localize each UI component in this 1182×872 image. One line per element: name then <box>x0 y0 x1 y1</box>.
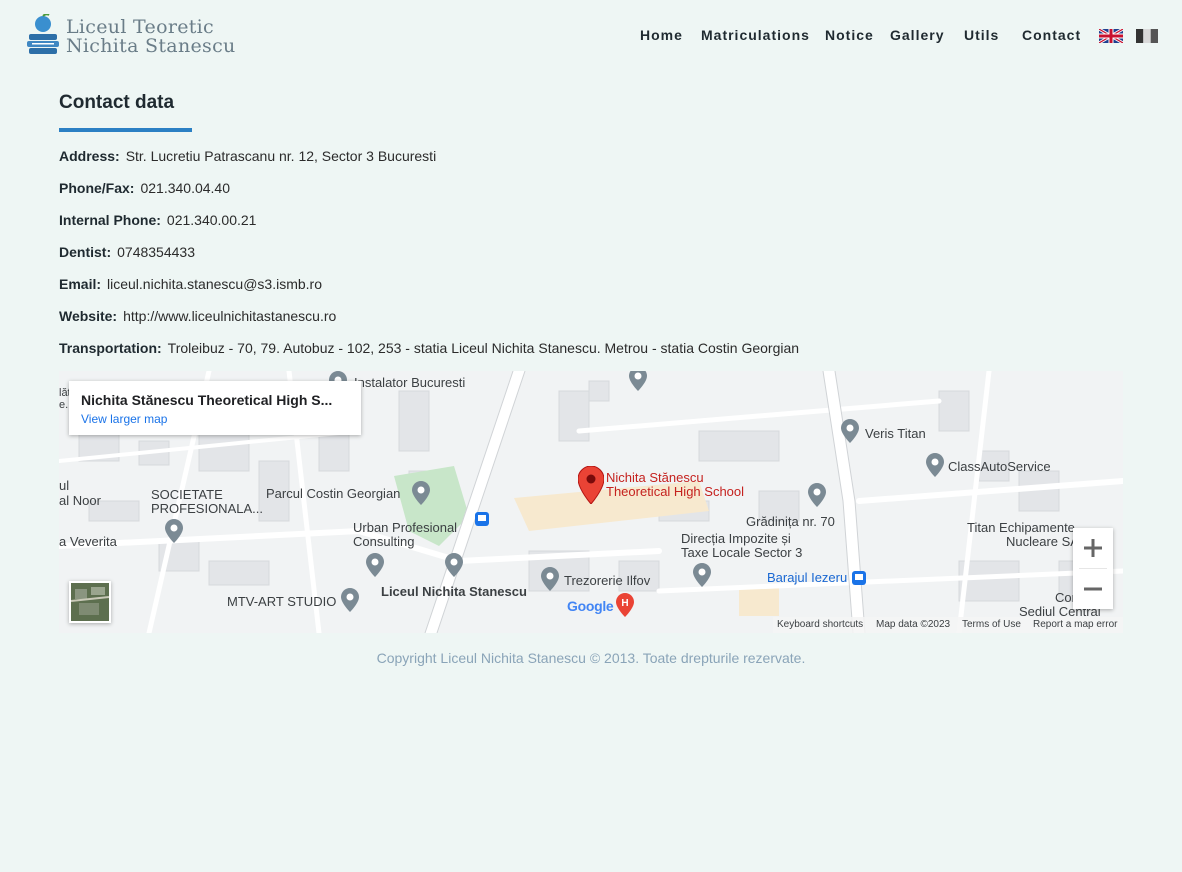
info-label: Address: <box>59 148 120 164</box>
map-pin-icon[interactable] <box>165 519 183 543</box>
map-label-urban-line2[interactable]: Consulting <box>353 535 414 549</box>
contact-section: Contact data Address: Str. Lucretiu Patra… <box>59 92 1123 372</box>
map-label-urban-line1[interactable]: Urban Profesional <box>353 521 457 535</box>
nav-home[interactable]: Home <box>640 27 683 43</box>
map-pin-icon[interactable] <box>412 481 430 505</box>
contact-row-address: Address: Str. Lucretiu Patrascanu nr. 12,… <box>59 148 1123 180</box>
keyboard-shortcuts-link[interactable]: Keyboard shortcuts <box>777 617 863 633</box>
map-label-liceul[interactable]: Liceul Nichita Stanescu <box>381 585 527 599</box>
map-data-link[interactable]: Map data ©2023 <box>876 617 950 633</box>
site-header: Liceul Teoretic Nichita Stanescu Home Ma… <box>0 0 1182 72</box>
nav-notice[interactable]: Notice <box>825 27 874 43</box>
site-logo[interactable]: Liceul Teoretic Nichita Stanescu <box>26 14 236 60</box>
location-marker-icon[interactable] <box>578 466 604 504</box>
terms-of-use-link[interactable]: Terms of Use <box>962 617 1021 633</box>
contact-row-internal-phone: Internal Phone: 021.340.00.21 <box>59 212 1123 244</box>
report-map-error-link[interactable]: Report a map error <box>1033 617 1117 633</box>
nav-matriculations[interactable]: Matriculations <box>701 27 810 43</box>
map-label-societate-line1[interactable]: SOCIETATE <box>151 488 223 502</box>
title-underline <box>59 128 192 132</box>
view-larger-map-link[interactable]: View larger map <box>81 412 167 426</box>
map-place-title: Nichita Stănescu Theoretical High S... <box>81 392 333 408</box>
map-pin-icon[interactable] <box>629 371 647 391</box>
nav-gallery[interactable]: Gallery <box>890 27 944 43</box>
map-label-veverita[interactable]: a Veverita <box>59 535 117 549</box>
map-label-gradinita[interactable]: Grădinița nr. 70 <box>746 515 835 529</box>
map-label-titan-line2[interactable]: Nucleare SA <box>1006 535 1079 549</box>
map-info-card: Nichita Stănescu Theoretical High S... V… <box>69 381 361 435</box>
embedded-map[interactable]: Instalator Bucuresti Veris Titan ClassAu… <box>59 371 1123 633</box>
svg-text:H: H <box>621 598 628 609</box>
page-title: Contact data <box>59 92 175 113</box>
info-value: 021.340.04.40 <box>140 180 230 196</box>
satellite-thumbnail-icon <box>70 583 110 621</box>
info-value: 0748354433 <box>117 244 195 260</box>
info-label: Website: <box>59 308 118 324</box>
map-pin-icon[interactable] <box>366 553 384 577</box>
contact-row-email: Email: liceul.nichita.stanescu@s3.ismb.ro <box>59 276 1123 308</box>
nav-contact[interactable]: Contact <box>1022 27 1081 43</box>
school-pin-icon[interactable] <box>808 483 826 507</box>
map-pin-icon[interactable] <box>841 419 859 443</box>
map-label-veris[interactable]: Veris Titan <box>865 427 926 441</box>
map-label-trezorerie[interactable]: Trezorerie Ilfov <box>564 574 650 588</box>
plus-icon <box>1084 539 1102 557</box>
email-value[interactable]: liceul.nichita.stanescu@s3.ismb.ro <box>107 276 322 292</box>
contact-row-dentist: Dentist: 0748354433 <box>59 244 1123 276</box>
contact-info-list: Address: Str. Lucretiu Patrascanu nr. 12,… <box>59 148 1123 372</box>
google-logo: Google <box>567 598 614 614</box>
info-label: Transportation: <box>59 340 162 356</box>
contact-row-transportation: Transportation: Troleibuz - 70, 79. Autob… <box>59 340 1123 372</box>
map-label-directia-line1[interactable]: Direcția Impozite și <box>681 532 791 546</box>
map-pin-icon[interactable] <box>541 567 559 591</box>
map-label-mtv[interactable]: MTV-ART STUDIO <box>227 595 336 609</box>
map-label-school-line2[interactable]: Theoretical High School <box>606 485 744 499</box>
map-label-titan-line1[interactable]: Titan Echipamente <box>967 521 1075 535</box>
contact-row-phone: Phone/Fax: 021.340.04.40 <box>59 180 1123 212</box>
map-pin-icon[interactable] <box>693 563 711 587</box>
bus-stop-icon[interactable] <box>475 512 489 526</box>
map-attribution-bar: Keyboard shortcuts Map data ©2023 Terms … <box>773 617 1123 633</box>
website-value[interactable]: http://www.liceulnichitastanescu.ro <box>123 308 336 324</box>
map-pin-icon[interactable] <box>926 453 944 477</box>
google-wordmark: Google <box>567 598 614 614</box>
contact-row-website: Website: http://www.liceulnichitastanescu… <box>59 308 1123 340</box>
info-label: Dentist: <box>59 244 112 260</box>
map-label-barajul[interactable]: Barajul Iezeru <box>767 571 847 585</box>
school-logo-icon <box>27 14 59 54</box>
info-label: Phone/Fax: <box>59 180 135 196</box>
info-value: Troleibuz - 70, 79. Autobuz - 102, 253 -… <box>167 340 800 356</box>
map-pin-icon[interactable] <box>341 588 359 612</box>
map-label-noor[interactable]: al Noor <box>59 494 101 508</box>
map-label-ul: ul <box>59 478 70 493</box>
hospital-pin-icon[interactable]: H <box>616 593 634 617</box>
map-zoom-control <box>1073 528 1113 609</box>
map-label-school-line1[interactable]: Nichita Stănescu <box>606 471 704 485</box>
minus-icon <box>1084 587 1102 591</box>
map-label-instalator[interactable]: Instalator Bucuresti <box>354 376 465 390</box>
nav-utils[interactable]: Utils <box>964 27 999 43</box>
satellite-view-toggle[interactable] <box>69 581 111 623</box>
map-label-classauto[interactable]: ClassAutoService <box>948 460 1051 474</box>
map-label-parcul[interactable]: Parcul Costin Georgian <box>266 487 400 501</box>
copyright-text: Copyright Liceul Nichita Stanescu © 2013… <box>376 650 806 666</box>
info-label: Internal Phone: <box>59 212 161 228</box>
info-value: 021.340.00.21 <box>166 212 257 228</box>
romanian-flag-icon[interactable] <box>1136 29 1158 43</box>
map-label-directia-line2[interactable]: Taxe Locale Sector 3 <box>681 546 802 560</box>
zoom-out-button[interactable] <box>1073 569 1113 609</box>
uk-flag-icon[interactable] <box>1099 29 1123 43</box>
info-value: Str. Lucretiu Patrascanu nr. 12, Sector … <box>125 148 437 164</box>
bus-stop-icon[interactable] <box>852 571 866 585</box>
zoom-in-button[interactable] <box>1073 528 1113 568</box>
map-label-societate-line2[interactable]: PROFESIONALA... <box>151 502 263 516</box>
logo-title-line2: Nichita Stanescu <box>66 35 236 57</box>
info-label: Email: <box>59 276 102 292</box>
map-pin-icon[interactable] <box>445 553 463 577</box>
